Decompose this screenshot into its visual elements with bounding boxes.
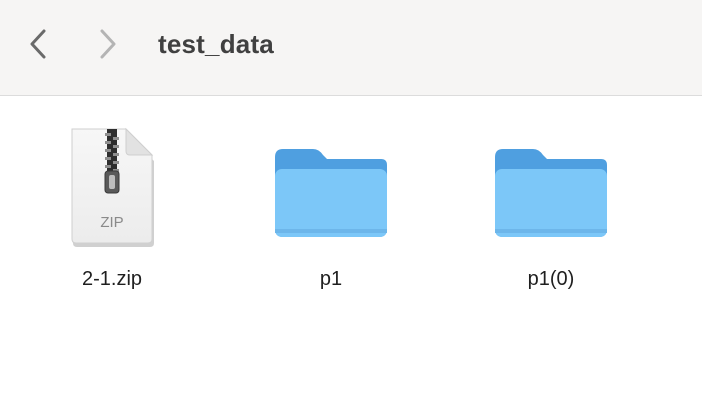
forward-button[interactable] <box>88 22 128 66</box>
folder-icon <box>266 125 396 249</box>
folder-label: p1 <box>319 268 343 290</box>
chevron-right-icon <box>100 29 116 59</box>
file-grid: ZIP 2-1.zip p1 p1(0) <box>0 97 702 406</box>
toolbar: test_data <box>0 0 702 96</box>
folder-label: p1(0) <box>527 268 575 290</box>
file-item-zip[interactable]: ZIP 2-1.zip <box>32 125 192 291</box>
chevron-left-icon <box>30 29 46 59</box>
back-button[interactable] <box>18 22 58 66</box>
zip-badge-label: ZIP <box>100 214 123 231</box>
zip-file-icon: ZIP <box>47 125 177 249</box>
folder-item-p1-0[interactable]: p1(0) <box>471 125 631 291</box>
file-label: 2-1.zip <box>81 268 143 290</box>
finder-window: test_data ZIP 2-1.zip p1 p1(0) <box>0 0 702 406</box>
folder-icon <box>486 125 616 249</box>
folder-item-p1[interactable]: p1 <box>251 125 411 291</box>
window-title: test_data <box>158 29 274 59</box>
